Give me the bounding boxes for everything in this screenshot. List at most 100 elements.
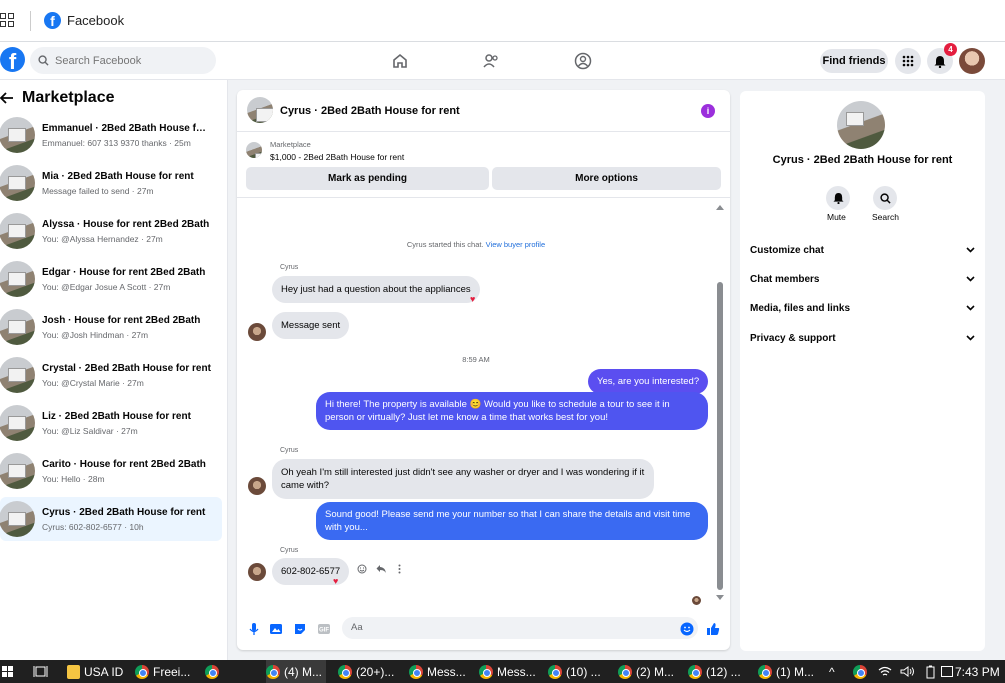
chat-details-panel: Cyrus · 2Bed 2Bath House for rent Mute S… — [740, 91, 985, 651]
details-section[interactable]: Privacy & support — [750, 329, 975, 347]
sticker-icon[interactable] — [293, 622, 307, 636]
conversation-text: Crystal · 2Bed 2Bath House for rent You: … — [42, 363, 212, 388]
apps-grid-icon[interactable] — [0, 13, 14, 27]
conversation-item[interactable]: Edgar · House for rent 2Bed 2Bath You: @E… — [0, 257, 222, 301]
taskbar-item[interactable]: Mess... — [409, 660, 470, 683]
conversation-item[interactable]: Crystal · 2Bed 2Bath House for rent You: … — [0, 353, 222, 397]
scroll-down-icon[interactable] — [716, 595, 724, 601]
more-options-button[interactable]: More options — [492, 167, 721, 190]
search-bar[interactable] — [30, 47, 216, 74]
listing-image[interactable] — [246, 142, 262, 158]
outgoing-message[interactable]: Sound good! Please send me your number s… — [316, 502, 708, 540]
taskbar-label: (1) M... — [776, 664, 814, 679]
thumbs-up-icon[interactable] — [706, 622, 720, 636]
taskbar-item[interactable]: (10) ... — [548, 660, 605, 683]
taskbar-item[interactable]: (20+)... — [338, 660, 398, 683]
view-buyer-profile-link[interactable]: View buyer profile — [486, 240, 545, 249]
details-section[interactable]: Chat members — [750, 270, 975, 288]
info-icon[interactable]: i — [701, 104, 715, 118]
incoming-message[interactable]: Message sent — [272, 312, 350, 339]
section-label: Chat members — [750, 273, 820, 285]
chevron-down-icon — [966, 276, 975, 282]
divider — [30, 11, 31, 31]
cyrus-avatar[interactable] — [248, 323, 266, 341]
home-icon[interactable] — [391, 52, 409, 70]
find-friends-button[interactable]: Find friends — [820, 49, 888, 73]
cyrus-avatar[interactable] — [248, 563, 266, 581]
volume-icon[interactable] — [900, 666, 916, 677]
taskbar-item[interactable] — [205, 660, 227, 683]
heart-reaction-icon[interactable]: ♥ — [333, 576, 338, 586]
taskbar-item[interactable]: USA ID — [67, 660, 127, 683]
search-input[interactable] — [55, 54, 205, 67]
conversation-item[interactable]: Carito · House for rent 2Bed 2Bath You: H… — [0, 449, 222, 493]
conversation-text: Liz · 2Bed 2Bath House for rent You: @Liz… — [42, 411, 212, 436]
svg-text:GIF: GIF — [319, 628, 329, 634]
chrome-tray-icon[interactable] — [853, 665, 867, 679]
listing-price[interactable]: $1,000 - 2Bed 2Bath House for rent — [270, 152, 404, 162]
details-title[interactable]: Cyrus · 2Bed 2Bath House for rent — [740, 154, 985, 166]
listing-thumbnail — [0, 117, 35, 153]
windows-start-icon[interactable] — [2, 666, 13, 677]
gif-icon[interactable]: GIF — [317, 622, 331, 636]
task-view-icon[interactable] — [33, 665, 48, 678]
menu-grid-icon — [902, 55, 914, 67]
taskbar-label: (4) M... — [284, 664, 322, 679]
microphone-icon[interactable] — [247, 622, 261, 636]
conversation-item[interactable]: Emmanuel · 2Bed 2Bath House for... Emmanu… — [0, 113, 222, 157]
tray-overflow-icon[interactable]: ^ — [829, 660, 835, 683]
friends-icon[interactable] — [482, 52, 500, 70]
taskbar-item[interactable]: (12) ... — [688, 660, 745, 683]
cyrus-avatar[interactable] — [248, 477, 266, 495]
listing-avatar[interactable] — [837, 101, 885, 149]
conversation-item[interactable]: Mia · 2Bed 2Bath House for rent Message f… — [0, 161, 222, 205]
message-timestamp: 8:59 AM — [462, 355, 490, 364]
chevron-down-icon — [966, 247, 975, 253]
clock[interactable]: 7:43 PM — [955, 660, 1000, 683]
taskbar-item[interactable]: (2) M... — [618, 660, 678, 683]
incoming-message[interactable]: Oh yeah I'm still interested just didn't… — [272, 459, 654, 499]
chat-title[interactable]: Cyrus · 2Bed 2Bath House for rent — [280, 105, 460, 117]
taskbar-item[interactable]: Freei... — [135, 660, 194, 683]
search-label: Search — [872, 212, 899, 222]
menu-button[interactable] — [895, 48, 921, 74]
conversation-item[interactable]: Josh · House for rent 2Bed 2Bath You: @Jo… — [0, 305, 222, 349]
heart-reaction-icon[interactable]: ♥ — [470, 294, 475, 304]
reply-icon[interactable] — [376, 564, 387, 574]
outgoing-message[interactable]: Hi there! The property is available 😊 Wo… — [316, 392, 708, 430]
chrome-icon — [338, 664, 352, 679]
more-actions-icon[interactable] — [398, 564, 401, 574]
outgoing-message[interactable]: Yes, are you interested? — [588, 369, 709, 394]
mute-button[interactable] — [826, 186, 850, 210]
profile-avatar[interactable] — [959, 48, 985, 74]
battery-icon[interactable] — [926, 665, 935, 679]
listing-thumbnail — [0, 453, 35, 489]
message-input[interactable]: Aa — [342, 617, 698, 639]
taskbar-item[interactable]: (1) M... — [758, 660, 818, 683]
photo-icon[interactable] — [269, 622, 283, 636]
scrollbar-thumb[interactable] — [717, 282, 723, 590]
search-chat-button[interactable] — [873, 186, 897, 210]
wifi-icon[interactable] — [878, 666, 892, 677]
react-icon[interactable] — [357, 564, 367, 574]
emoji-icon[interactable] — [680, 622, 694, 636]
conversation-item[interactable]: Liz · 2Bed 2Bath House for rent You: @Liz… — [0, 401, 222, 445]
details-section[interactable]: Customize chat — [750, 241, 975, 259]
mark-as-pending-button[interactable]: Mark as pending — [246, 167, 489, 190]
scroll-up-icon[interactable] — [716, 204, 724, 210]
listing-source: Marketplace — [270, 140, 311, 149]
taskbar-item[interactable]: (4) M... — [266, 660, 326, 683]
conversation-item[interactable]: Cyrus · 2Bed 2Bath House for rent Cyrus: … — [0, 497, 222, 541]
composer: GIF Aa — [237, 615, 730, 645]
chrome-icon — [688, 664, 702, 679]
incoming-message[interactable]: Hey just had a question about the applia… — [272, 276, 480, 303]
back-arrow-icon[interactable] — [0, 92, 14, 104]
listing-thumbnail[interactable] — [247, 97, 273, 123]
details-section[interactable]: Media, files and links — [750, 299, 975, 317]
facebook-logo-icon[interactable]: f — [0, 47, 25, 72]
taskbar-item[interactable]: Mess... — [479, 660, 540, 683]
groups-icon[interactable] — [574, 52, 592, 70]
conversation-preview: You: @Crystal Marie · 27m — [42, 377, 144, 388]
language-icon[interactable] — [941, 666, 953, 677]
conversation-item[interactable]: Alyssa · House for rent 2Bed 2Bath You: @… — [0, 209, 222, 253]
